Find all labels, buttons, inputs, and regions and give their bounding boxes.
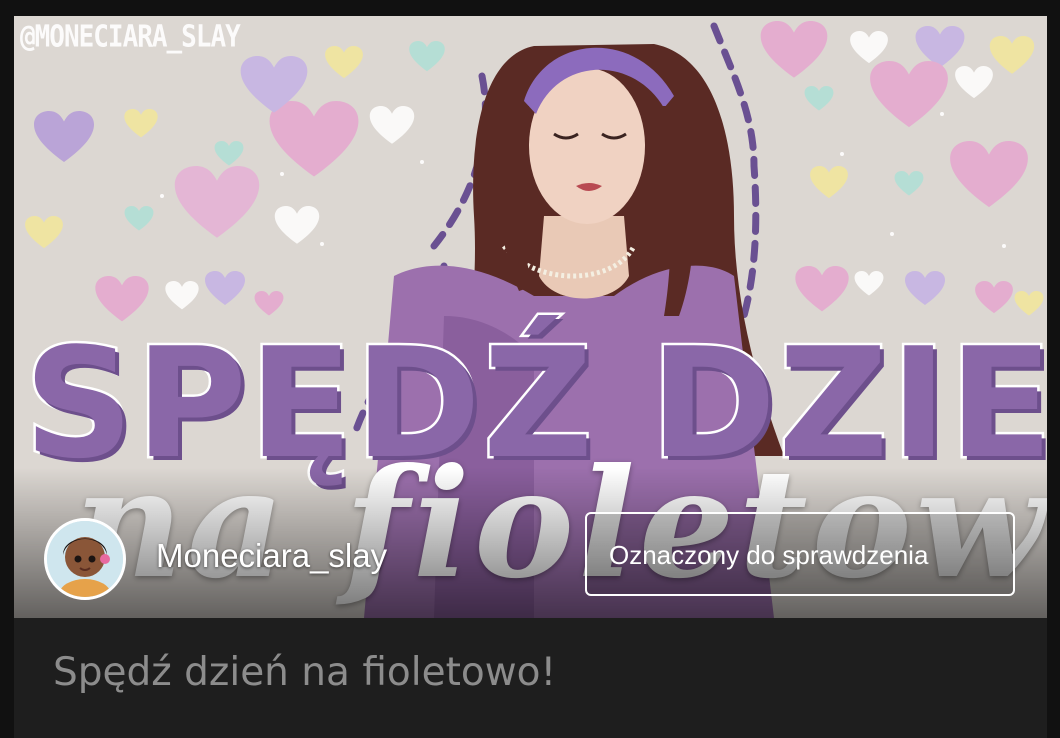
author-name[interactable]: Moneciara_slay (156, 537, 387, 575)
post-title[interactable]: Spędź dzień na fioletowo! (53, 650, 556, 695)
badge-label: Oznaczony do sprawdzenia (609, 540, 929, 570)
flagged-for-review-badge: Oznaczony do sprawdzenia (585, 512, 1015, 596)
author-avatar[interactable] (44, 518, 126, 600)
post-cover-image[interactable]: @MONECIARA_SLAY SPĘDŹ DZIEŃ na fioletowo… (14, 16, 1047, 618)
post-card[interactable]: @MONECIARA_SLAY SPĘDŹ DZIEŃ na fioletowo… (14, 16, 1047, 738)
watermark-text: @MONECIARA_SLAY (20, 20, 241, 55)
cartoon-girl-avatar-icon (47, 521, 123, 597)
